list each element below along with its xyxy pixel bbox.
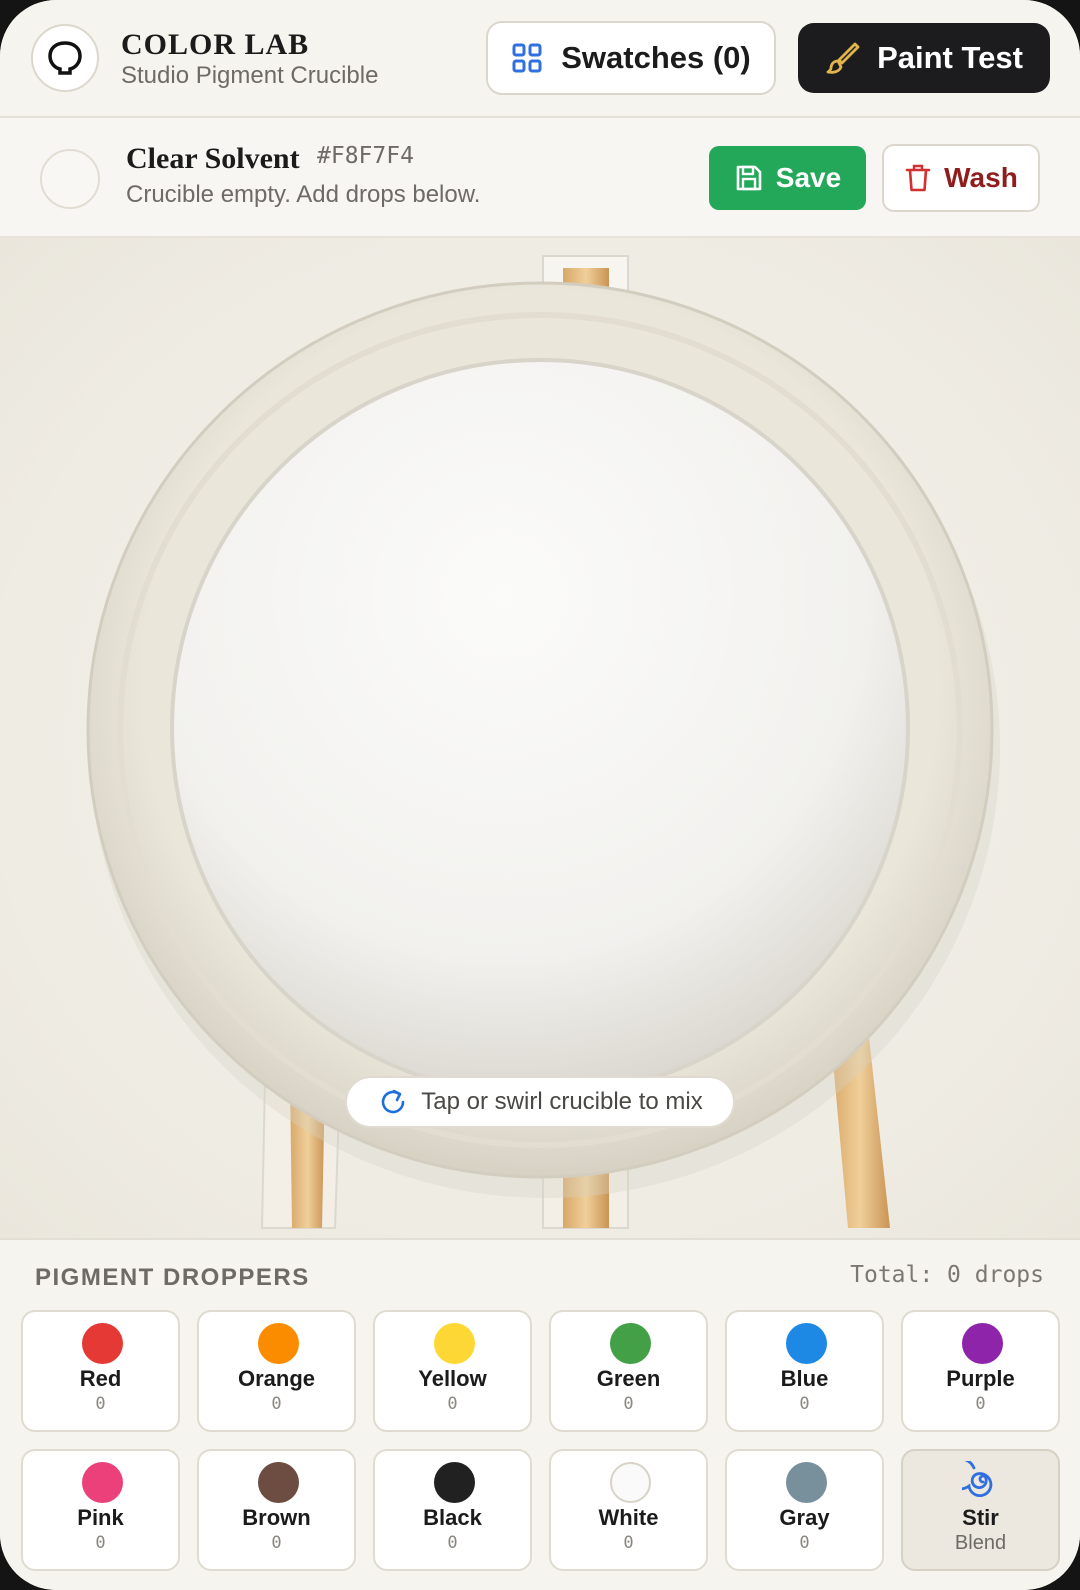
current-color-swatch bbox=[40, 149, 100, 209]
crucible-logo-icon bbox=[48, 41, 82, 75]
blend-label: Blend bbox=[954, 1532, 1007, 1554]
current-color-name: Clear Solvent bbox=[126, 142, 300, 175]
paint-test-button[interactable]: Paint Test bbox=[798, 23, 1050, 93]
app-title: COLOR LAB bbox=[121, 28, 310, 61]
dropper-count: 0 bbox=[975, 1394, 986, 1414]
dropper-name: Pink bbox=[77, 1505, 124, 1530]
dropper-yellow[interactable]: Yellow 0 bbox=[373, 1310, 532, 1432]
dropper-count: 0 bbox=[799, 1533, 810, 1553]
wash-label: Wash bbox=[944, 162, 1018, 193]
dropper-count: 0 bbox=[271, 1394, 282, 1414]
pigment-swatch bbox=[258, 1462, 299, 1503]
paintbrush-icon bbox=[826, 42, 860, 74]
dropper-name: Yellow bbox=[418, 1366, 487, 1391]
grid-icon bbox=[512, 43, 542, 73]
floppy-disk-icon bbox=[736, 165, 762, 191]
trash-icon bbox=[905, 164, 931, 192]
dropper-name: Orange bbox=[237, 1366, 316, 1391]
refresh-icon bbox=[382, 1089, 405, 1114]
dropper-count: 0 bbox=[95, 1533, 106, 1553]
stir-blend-button[interactable]: Stir Blend bbox=[901, 1449, 1060, 1571]
pigment-swatch bbox=[82, 1323, 123, 1364]
dropper-blue[interactable]: Blue 0 bbox=[725, 1310, 884, 1432]
dropper-count: 0 bbox=[623, 1533, 634, 1553]
droppers-title: PIGMENT DROPPERS bbox=[35, 1264, 310, 1291]
app-frame: COLOR LAB Studio Pigment Crucible Swatch… bbox=[0, 0, 1080, 1590]
dropper-count: 0 bbox=[623, 1394, 634, 1414]
dropper-pink[interactable]: Pink 0 bbox=[21, 1449, 180, 1571]
dropper-purple[interactable]: Purple 0 bbox=[901, 1310, 1060, 1432]
dropper-name: Black bbox=[423, 1505, 482, 1530]
dropper-name: Purple bbox=[946, 1366, 1015, 1391]
pigment-swatch bbox=[610, 1323, 651, 1364]
pigment-swatch bbox=[434, 1323, 475, 1364]
spiral-icon bbox=[962, 1461, 993, 1497]
dropper-name: Blue bbox=[780, 1366, 829, 1391]
dropper-count: 0 bbox=[447, 1394, 458, 1414]
drops-total: Total: 0 drops bbox=[850, 1262, 1044, 1288]
dropper-green[interactable]: Green 0 bbox=[549, 1310, 708, 1432]
app-subtitle: Studio Pigment Crucible bbox=[121, 62, 379, 89]
current-color-hex: #F8F7F4 bbox=[317, 143, 414, 169]
current-color-bar: Clear Solvent #F8F7F4 Crucible empty. Ad… bbox=[0, 118, 1080, 238]
paint-test-label: Paint Test bbox=[877, 40, 1023, 75]
pigment-swatch bbox=[786, 1462, 827, 1503]
pigment-droppers-panel: PIGMENT DROPPERS Total: 0 drops Red 0 Or… bbox=[0, 1238, 1080, 1590]
dropper-count: 0 bbox=[95, 1394, 106, 1414]
save-button[interactable]: Save bbox=[709, 146, 866, 210]
dropper-name: Brown bbox=[242, 1505, 311, 1530]
dropper-gray[interactable]: Gray 0 bbox=[725, 1449, 884, 1571]
dropper-white[interactable]: White 0 bbox=[549, 1449, 708, 1571]
dropper-orange[interactable]: Orange 0 bbox=[197, 1310, 356, 1432]
crucible-stage: Tap or swirl crucible to mix bbox=[0, 238, 1080, 1238]
dropper-grid: Red 0 Orange 0 Yellow 0 Green 0 Blue 0 P… bbox=[21, 1310, 1060, 1571]
stir-label: Stir bbox=[962, 1505, 999, 1530]
mix-hint-label: Tap or swirl crucible to mix bbox=[421, 1088, 703, 1115]
dropper-black[interactable]: Black 0 bbox=[373, 1449, 532, 1571]
crucible-status: Crucible empty. Add drops below. bbox=[126, 181, 481, 208]
crucible-bowl[interactable] bbox=[172, 360, 908, 1096]
dropper-name: Gray bbox=[779, 1505, 830, 1530]
dropper-count: 0 bbox=[447, 1533, 458, 1553]
pigment-swatch bbox=[962, 1323, 1003, 1364]
dropper-name: Green bbox=[596, 1366, 661, 1391]
dropper-name: White bbox=[598, 1505, 659, 1530]
app-header: COLOR LAB Studio Pigment Crucible Swatch… bbox=[0, 0, 1080, 118]
wash-button[interactable]: Wash bbox=[882, 144, 1040, 212]
swatches-label: Swatches (0) bbox=[561, 40, 751, 75]
logo bbox=[31, 24, 99, 92]
mix-hint[interactable]: Tap or swirl crucible to mix bbox=[345, 1076, 735, 1128]
dropper-name: Red bbox=[79, 1366, 122, 1391]
dropper-count: 0 bbox=[271, 1533, 282, 1553]
pigment-swatch bbox=[786, 1323, 827, 1364]
swatches-button[interactable]: Swatches (0) bbox=[486, 21, 776, 95]
pigment-swatch bbox=[434, 1462, 475, 1503]
pigment-swatch bbox=[82, 1462, 123, 1503]
pigment-swatch bbox=[610, 1462, 651, 1503]
dropper-count: 0 bbox=[799, 1394, 810, 1414]
dropper-red[interactable]: Red 0 bbox=[21, 1310, 180, 1432]
pigment-swatch bbox=[258, 1323, 299, 1364]
save-label: Save bbox=[775, 162, 842, 193]
dropper-brown[interactable]: Brown 0 bbox=[197, 1449, 356, 1571]
